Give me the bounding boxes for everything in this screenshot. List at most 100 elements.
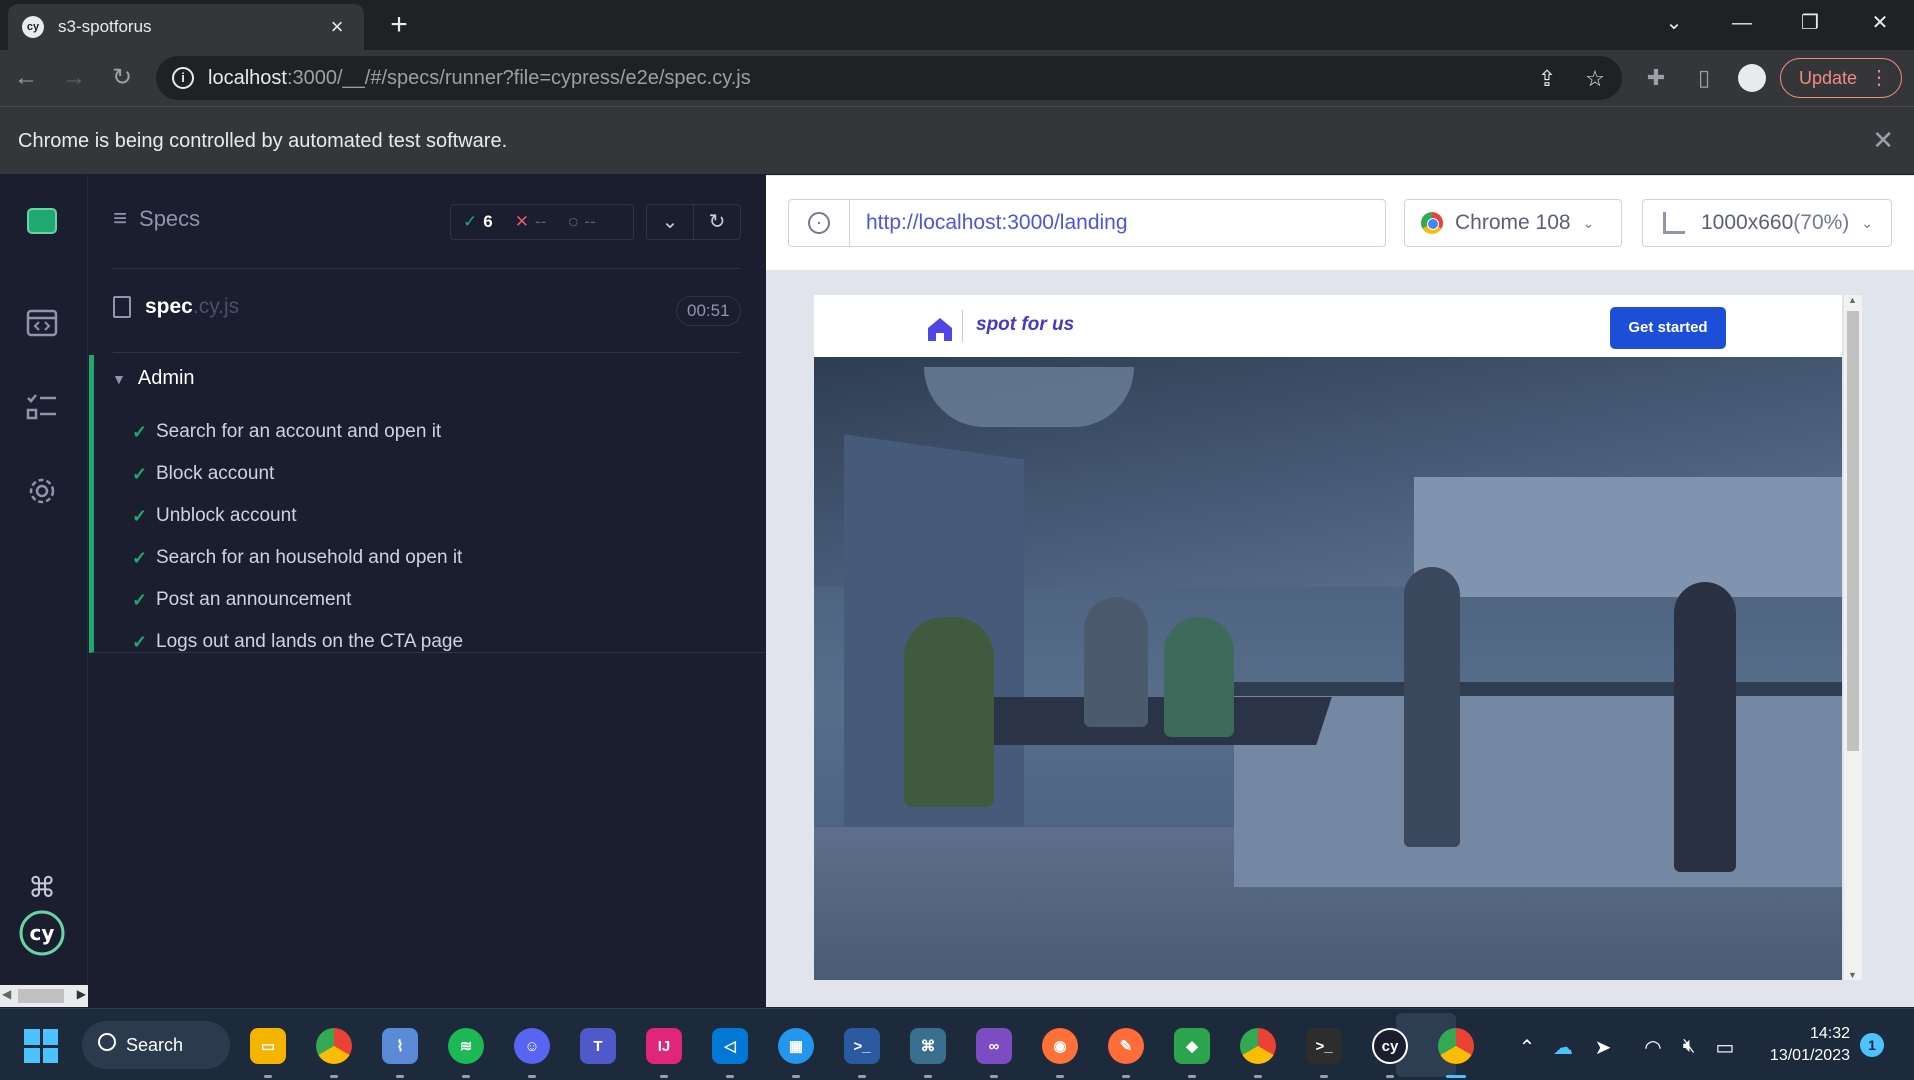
tab-strip: cy s3-spotforus × + ⌄ — ❐ ✕ — [0, 0, 1914, 50]
keyboard-shortcuts-icon[interactable]: ⌘ — [22, 867, 62, 907]
scroll-thumb[interactable] — [18, 989, 64, 1003]
spec-extension: .cy.js — [192, 295, 240, 318]
scroll-left-icon[interactable]: ◀ — [2, 987, 11, 1001]
back-icon[interactable]: ← — [10, 62, 42, 94]
scroll-down-icon[interactable]: ▼ — [1848, 970, 1857, 980]
close-window-icon[interactable]: ✕ — [1860, 8, 1900, 38]
intellij-icon[interactable]: IJ — [646, 1028, 682, 1064]
specs-nav-icon[interactable] — [22, 303, 62, 343]
clock-date: 13/01/2023 — [1769, 1047, 1850, 1064]
cypress-logo-icon[interactable]: cy — [18, 909, 66, 957]
project-logo-icon[interactable] — [22, 201, 62, 241]
aut-iframe: spot for us Get started — [814, 295, 1842, 980]
file-explorer-icon[interactable]: ▭ — [250, 1028, 286, 1064]
chrome-profile-icon[interactable] — [1240, 1028, 1276, 1064]
location-arrow-icon[interactable]: ➤ — [1590, 1035, 1616, 1060]
scroll-right-icon[interactable]: ▶ — [77, 987, 86, 1001]
update-button[interactable]: Update ⋮ — [1780, 58, 1902, 98]
test-item[interactable]: ✓ Logs out and lands on the CTA page — [132, 621, 463, 663]
minimize-icon[interactable]: — — [1722, 8, 1762, 38]
test-item[interactable]: ✓ Post an announcement — [132, 579, 463, 621]
browser-toolbar: ← → ↻ i localhost:3000/__/#/specs/runner… — [0, 50, 1914, 106]
extensions-icon[interactable]: ✚ — [1642, 64, 1670, 92]
chrome-active-icon[interactable] — [1438, 1028, 1474, 1064]
vscode-icon[interactable]: ◁ — [712, 1028, 748, 1064]
home-logo-icon[interactable] — [927, 316, 953, 342]
battery-icon[interactable]: ▭ — [1712, 1035, 1738, 1060]
close-infobar-icon[interactable]: ✕ — [1872, 125, 1894, 156]
reload-icon[interactable]: ↻ — [106, 62, 138, 94]
suite-admin: ▼ Admin ✓ Search for an account and open … — [89, 355, 765, 653]
windows-taskbar: Search ▭ ⌇ ≋ ☺ T IJ ◁ ▦ >_ ⌘ ∞ ◉ ✎ ◆ >_ … — [0, 1008, 1914, 1080]
svg-text:cy: cy — [30, 921, 55, 945]
new-tab-icon[interactable]: + — [382, 8, 416, 42]
bookmark-star-icon[interactable]: ☆ — [1582, 66, 1608, 92]
scroll-thumb[interactable] — [1847, 311, 1859, 751]
tab-search-icon[interactable]: ⌄ — [1654, 8, 1694, 38]
selector-playground-button[interactable] — [788, 199, 850, 247]
docker-icon[interactable]: ▦ — [778, 1028, 814, 1064]
chrome-taskbar-icon[interactable] — [316, 1028, 352, 1064]
profile-avatar[interactable] — [1738, 64, 1766, 92]
windows-start-icon[interactable] — [24, 1029, 58, 1063]
browser-selector[interactable]: Chrome 108 ⌄ — [1404, 199, 1622, 247]
firefox-icon[interactable]: ◉ — [1042, 1028, 1078, 1064]
restore-icon[interactable]: ❐ — [1790, 8, 1830, 38]
settings-gear-icon[interactable] — [22, 471, 62, 511]
system-clock[interactable]: 14:32 13/01/2023 — [1750, 1023, 1850, 1067]
test-title: Search for an account and open it — [156, 421, 442, 442]
brand-name[interactable]: spot for us — [976, 314, 1074, 336]
visual-studio-icon[interactable]: ∞ — [976, 1028, 1012, 1064]
tray-chevron-up-icon[interactable]: ⌃ — [1514, 1035, 1540, 1060]
spotify-icon[interactable]: ≋ — [448, 1028, 484, 1064]
rerun-icon[interactable]: ↻ — [693, 205, 740, 239]
browser-tab[interactable]: cy s3-spotforus × — [8, 4, 364, 50]
cypress-taskbar-icon[interactable]: cy — [1372, 1028, 1408, 1064]
spec-file-row[interactable]: spec .cy.js — [113, 295, 239, 319]
url-path: :3000/__/#/specs/runner?file=cypress/e2e… — [286, 66, 751, 89]
test-item[interactable]: ✓ Block account — [132, 453, 463, 495]
taskbar-search[interactable]: Search — [82, 1021, 230, 1069]
viewport-selector[interactable]: 1000x660 (70%) ⌄ — [1642, 199, 1892, 247]
runs-nav-icon[interactable] — [22, 387, 62, 427]
onedrive-cloud-icon[interactable]: ☁ — [1550, 1035, 1576, 1060]
close-tab-icon[interactable]: × — [324, 14, 350, 40]
wifi-icon[interactable]: ◠ — [1640, 1035, 1666, 1060]
forward-icon[interactable]: → — [58, 62, 90, 94]
collapse-chevron-icon[interactable]: ⌄ — [647, 205, 693, 239]
aut-url[interactable]: http://localhost:3000/landing — [849, 199, 1386, 247]
scroll-up-icon[interactable]: ▲ — [1848, 295, 1857, 305]
share-icon[interactable]: ⇪ — [1534, 66, 1560, 92]
teams-icon[interactable]: T — [580, 1028, 616, 1064]
test-reporter: ≡ Specs ✓ 6 ✕ -- ◌ -- ⌄ ↻ spec .cy.js 00… — [89, 175, 765, 1007]
viewport-size: 1000x660 — [1701, 211, 1794, 234]
resource-monitor-icon[interactable]: ⌇ — [382, 1028, 418, 1064]
hero-image — [814, 357, 1842, 980]
test-title: Block account — [156, 463, 275, 484]
test-title: Logs out and lands on the CTA page — [156, 631, 464, 652]
terminal-icon[interactable]: >_ — [1306, 1028, 1342, 1064]
address-bar[interactable]: i localhost:3000/__/#/specs/runner?file=… — [156, 56, 1622, 100]
reporter-header[interactable]: ≡ Specs — [113, 205, 200, 233]
mysql-workbench-icon[interactable]: ⌘ — [910, 1028, 946, 1064]
menu-dots-icon[interactable]: ⋮ — [1869, 65, 1889, 90]
suite-header[interactable]: ▼ Admin — [112, 367, 195, 390]
get-started-button[interactable]: Get started — [1610, 307, 1726, 349]
test-list: ✓ Search for an account and open it ✓ Bloc… — [132, 411, 463, 663]
side-panel-icon[interactable]: ▯ — [1690, 64, 1718, 92]
url-host: localhost — [208, 66, 287, 89]
powershell-icon[interactable]: >_ — [844, 1028, 880, 1064]
test-item[interactable]: ✓ Search for an household and open it — [132, 537, 463, 579]
pass-check-icon: ✓ — [132, 631, 148, 652]
git-client-icon[interactable]: ◆ — [1174, 1028, 1210, 1064]
speaker-muted-icon[interactable]: 🔇︎ — [1676, 1035, 1702, 1058]
test-item[interactable]: ✓ Unblock account — [132, 495, 463, 537]
site-info-icon[interactable]: i — [172, 67, 194, 89]
specs-list-icon: ≡ — [113, 205, 128, 232]
aut-scrollbar[interactable]: ▲ ▼ — [1844, 295, 1862, 980]
test-item[interactable]: ✓ Search for an account and open it — [132, 411, 463, 453]
postman-icon[interactable]: ✎ — [1108, 1028, 1144, 1064]
sidenav-scrollbar[interactable]: ◀ ▶ — [0, 985, 88, 1007]
discord-icon[interactable]: ☺ — [514, 1028, 550, 1064]
notification-badge[interactable]: 1 — [1860, 1033, 1884, 1057]
